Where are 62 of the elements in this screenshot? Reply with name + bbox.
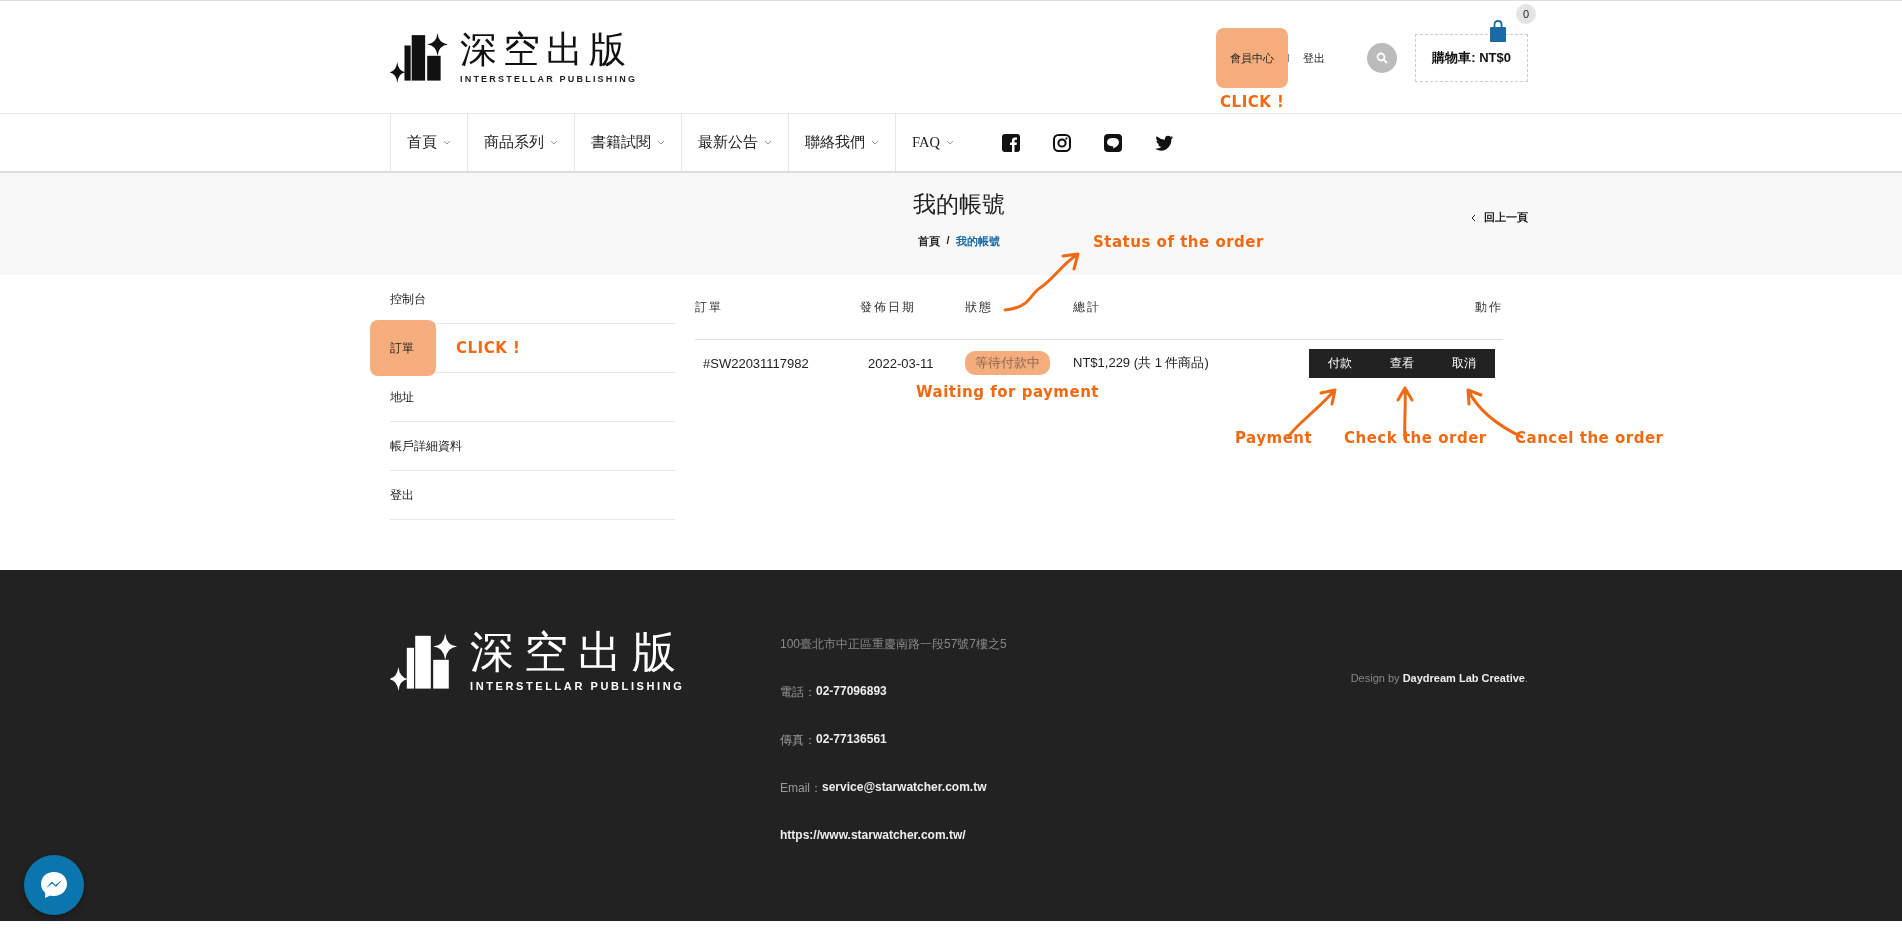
header-link[interactable]: 會員中心 xyxy=(1216,28,1289,88)
column-header: 發佈日期 xyxy=(860,299,916,314)
logo-tagline: INTERSTELLAR PUBLISHING xyxy=(470,680,686,692)
chat-bubble-icon xyxy=(39,870,69,900)
contact-label: 傳真： xyxy=(780,732,816,749)
chevron-down-icon xyxy=(550,140,558,145)
column-header: 動作 xyxy=(1475,299,1503,314)
status-badge: 等待付款中 xyxy=(965,351,1050,375)
sidebar-item[interactable]: 登出 xyxy=(390,487,414,503)
contact-value[interactable]: 02-77136561 xyxy=(816,732,887,746)
nav-item[interactable]: 書籍試閱 xyxy=(574,114,681,171)
column-header: 狀態 xyxy=(965,299,993,314)
chevron-left-icon xyxy=(1471,213,1476,222)
address-text: 100臺北市中正區重慶南路一段57號7樓之5 xyxy=(780,636,1007,653)
column-header: 總計 xyxy=(1073,299,1101,314)
column-header: 訂單 xyxy=(695,299,723,314)
callout-text: CLICK ! xyxy=(1220,93,1285,111)
chevron-down-icon xyxy=(764,140,772,145)
contact-value[interactable]: 02-77096893 xyxy=(816,684,887,698)
breadcrumb-separator: / xyxy=(946,234,950,248)
sidebar-item[interactable]: 帳戶詳細資料 xyxy=(390,438,462,454)
contact-value[interactable]: service@starwatcher.com.tw xyxy=(822,780,987,794)
nav-item[interactable]: 聯絡我們 xyxy=(788,114,895,171)
chat-icon[interactable] xyxy=(1103,133,1122,152)
contact-label: Email： xyxy=(780,780,822,797)
chevron-down-icon xyxy=(657,140,665,145)
website-link[interactable]: https://www.starwatcher.com.tw/ xyxy=(780,828,966,842)
sidebar-item[interactable]: 控制台 xyxy=(390,291,426,307)
facebook-icon[interactable] xyxy=(1001,133,1020,152)
twitter-icon[interactable] xyxy=(1154,134,1173,151)
nav-item[interactable]: 首頁 xyxy=(390,114,467,171)
chevron-down-icon xyxy=(871,140,879,145)
chevron-down-icon xyxy=(945,140,954,145)
breadcrumb-link[interactable]: 我的帳號 xyxy=(955,234,1000,249)
search-icon xyxy=(1376,52,1389,64)
shopping-bag-icon[interactable] xyxy=(1490,20,1506,42)
callout-text: Waiting for payment xyxy=(916,383,1099,401)
callout-text: Payment xyxy=(1235,428,1313,447)
callout-text: Cancel the order xyxy=(1515,428,1664,447)
cart-count-badge: 0 xyxy=(1516,4,1536,24)
design-credit: Design by Daydream Lab Creative. xyxy=(1350,671,1528,686)
sidebar-item[interactable]: 訂單 xyxy=(370,320,436,376)
back-link[interactable]: 回上一頁 xyxy=(1471,210,1528,225)
chevron-down-icon xyxy=(443,140,451,145)
sidebar-item[interactable]: 地址 xyxy=(390,389,414,405)
order-date: 2022-03-11 xyxy=(867,355,935,371)
callout-text: Status of the order xyxy=(1093,232,1264,251)
instagram-icon[interactable] xyxy=(1052,133,1071,152)
credit-link[interactable]: Daydream Lab Creative xyxy=(1402,672,1525,684)
order-number: #SW22031117982 xyxy=(702,355,810,371)
nav-item[interactable]: 最新公告 xyxy=(681,114,788,171)
logo-tagline: INTERSTELLAR PUBLISHING xyxy=(460,73,638,84)
logo-name: 深空出版 xyxy=(460,30,633,68)
header-link[interactable]: 登出 xyxy=(1289,28,1340,88)
logo-name: 深空出版 xyxy=(470,630,686,674)
breadcrumb-link[interactable]: 首頁 xyxy=(918,234,941,249)
nav-item[interactable]: FAQ xyxy=(895,114,970,171)
order-total: NT$1,229 (共 1 件商品) xyxy=(1073,354,1210,372)
contact-label: 電話： xyxy=(780,684,816,701)
callout-text: CLICK ! xyxy=(456,339,521,357)
page-title: 我的帳號 xyxy=(913,191,1005,219)
nav-item[interactable]: 商品系列 xyxy=(467,114,574,171)
